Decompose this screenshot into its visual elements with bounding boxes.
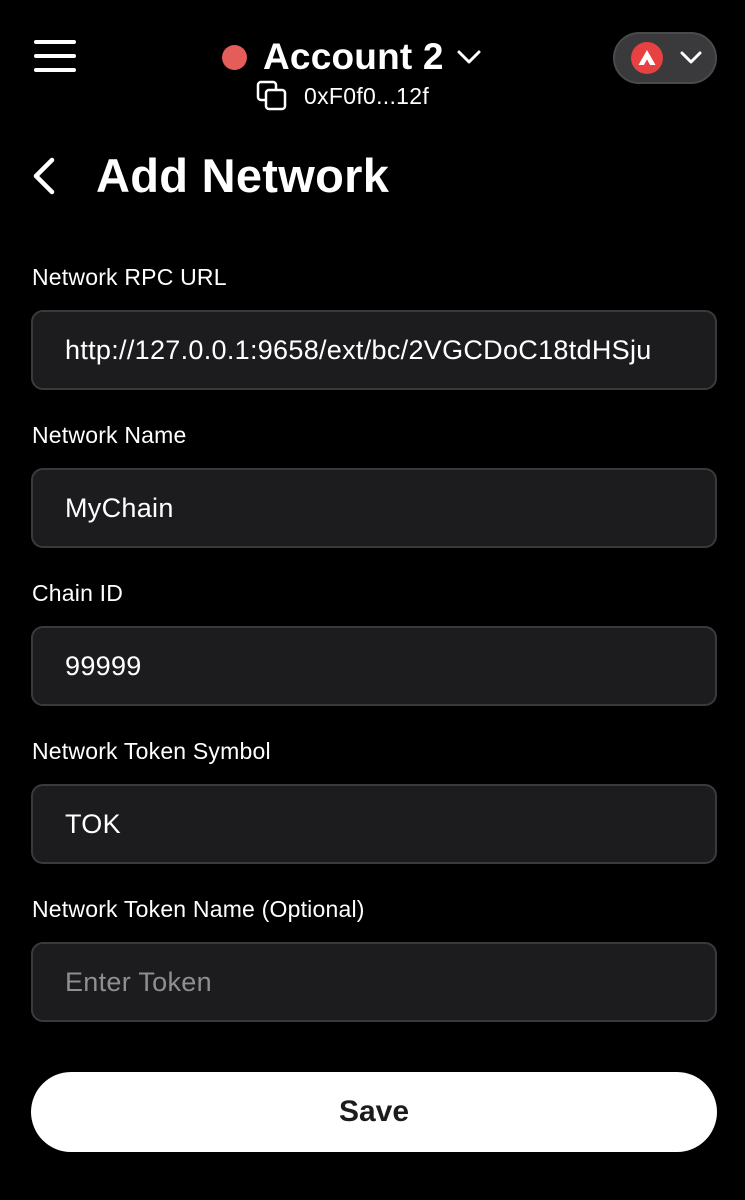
network-name-input[interactable] — [31, 468, 717, 548]
chain-id-label: Chain ID — [32, 580, 124, 606]
chevron-left-icon — [30, 156, 58, 201]
token-name-input[interactable] — [31, 942, 717, 1022]
account-name: Account 2 — [263, 36, 444, 77]
account-address: 0xF0f0...12f — [304, 82, 430, 109]
save-button[interactable]: Save — [31, 1072, 717, 1152]
network-name-label: Network Name — [32, 422, 187, 448]
account-status-dot — [222, 44, 247, 70]
copy-address-button[interactable]: 0xF0f0...12f — [256, 80, 429, 112]
chevron-down-icon — [456, 49, 482, 65]
token-symbol-label: Network Token Symbol — [32, 738, 271, 764]
page-title: Add Network — [96, 149, 390, 202]
rpc-url-label: Network RPC URL — [32, 264, 227, 290]
back-button[interactable] — [30, 152, 70, 204]
network-switcher[interactable] — [613, 32, 717, 84]
chain-id-input[interactable] — [31, 626, 717, 706]
token-symbol-input[interactable] — [31, 784, 717, 864]
account-selector[interactable]: Account 2 — [222, 34, 482, 80]
rpc-url-input[interactable] — [31, 310, 717, 390]
chevron-down-icon — [679, 50, 703, 66]
menu-icon[interactable] — [34, 40, 76, 72]
token-name-label: Network Token Name (Optional) — [32, 896, 365, 922]
copy-icon — [256, 80, 288, 112]
add-network-page: Account 2 0xF0f0...12f Add Network Netwo… — [0, 0, 745, 1200]
avalanche-logo-icon — [631, 42, 663, 74]
